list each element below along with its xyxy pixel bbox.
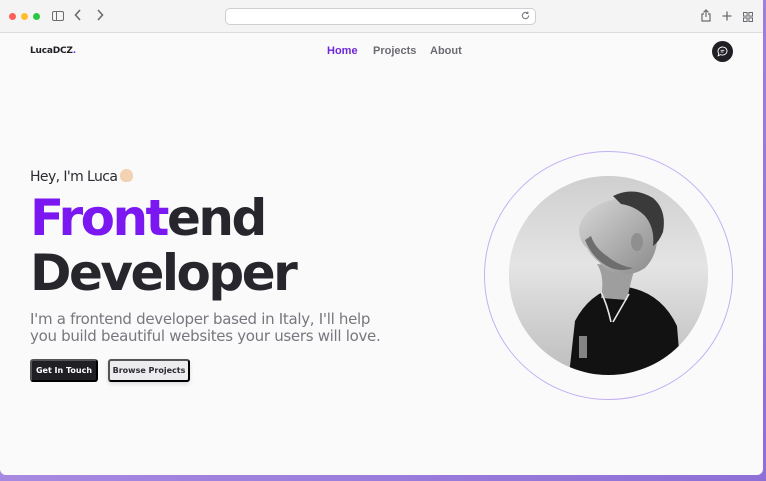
nav-about[interactable]: About	[430, 45, 462, 57]
nav-projects[interactable]: Projects	[373, 45, 416, 57]
browse-projects-button[interactable]: Browse Projects	[108, 359, 190, 382]
hero-description: I'm a frontend developer based in Italy,…	[30, 310, 381, 345]
hero-title-line1: Frontend	[30, 193, 267, 243]
nav-home[interactable]: Home	[327, 45, 358, 57]
logo-dot: .	[72, 46, 76, 56]
site-logo[interactable]: LucaDCZ.	[30, 46, 76, 56]
waving-hand-icon	[120, 169, 134, 182]
reload-icon[interactable]	[521, 11, 530, 23]
back-icon[interactable]	[74, 9, 82, 23]
hero-greeting: Hey, I'm Luca	[30, 169, 134, 185]
chat-bubble-icon	[717, 46, 728, 57]
minimize-window-button[interactable]	[21, 13, 28, 20]
forward-icon[interactable]	[96, 9, 104, 23]
get-in-touch-button[interactable]: Get In Touch	[30, 359, 98, 382]
zoom-window-button[interactable]	[33, 13, 40, 20]
address-bar[interactable]	[225, 8, 536, 25]
browser-window: LucaDCZ. Home Projects About Hey, I'm Lu…	[0, 0, 763, 475]
portrait-image	[509, 176, 708, 375]
close-window-button[interactable]	[9, 13, 16, 20]
sidebar-icon[interactable]	[52, 10, 64, 23]
hero-title-line2: Developer	[30, 244, 298, 302]
tabs-overview-icon[interactable]	[743, 11, 753, 24]
share-icon[interactable]	[701, 9, 711, 24]
title-rest: end	[166, 189, 267, 247]
new-tab-icon[interactable]	[722, 10, 732, 23]
greeting-text: Hey, I'm Luca	[30, 169, 118, 185]
logo-text: LucaDCZ	[30, 46, 73, 56]
portrait-illustration	[509, 176, 708, 375]
browser-toolbar	[0, 0, 763, 33]
title-highlight: Front	[30, 189, 169, 247]
chat-button[interactable]	[712, 41, 733, 62]
